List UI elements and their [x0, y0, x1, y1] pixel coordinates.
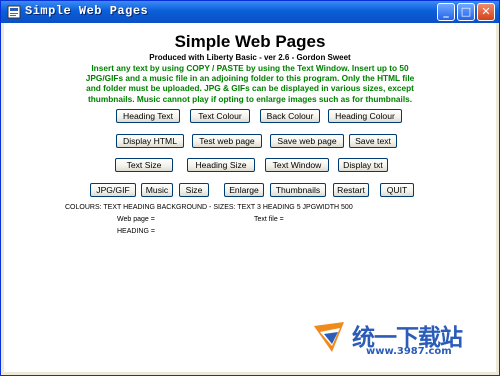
- save-web-page-button[interactable]: Save web page: [270, 134, 344, 148]
- instructions-text: Insert any text by using COPY / PASTE by…: [85, 63, 415, 104]
- size-button[interactable]: Size: [179, 183, 209, 197]
- watermark-url: www.3987.com: [366, 346, 452, 357]
- heading-size-button[interactable]: Heading Size: [187, 158, 255, 172]
- page-title: Simple Web Pages: [174, 32, 326, 51]
- watermark-logo-icon: [314, 322, 344, 352]
- save-text-button[interactable]: Save text: [349, 134, 397, 148]
- display-html-button[interactable]: Display HTML: [116, 134, 184, 148]
- title-bar[interactable]: Simple Web Pages _ □ ✕: [1, 1, 499, 23]
- jpg-gif-button[interactable]: JPG/GIF: [90, 183, 136, 197]
- maximize-button[interactable]: □: [457, 3, 475, 21]
- text-file-label: Text file =: [254, 216, 284, 223]
- enlarge-button[interactable]: Enlarge: [224, 183, 264, 197]
- page-subtitle: Produced with Liberty Basic - ver 2.6 - …: [149, 53, 351, 62]
- colours-status-line: COLOURS: TEXT HEADING BACKGROUND - SIZES…: [65, 204, 353, 211]
- watermark: 统一下载站 www.3987.com: [310, 316, 488, 362]
- music-button[interactable]: Music: [141, 183, 173, 197]
- app-window: Simple Web Pages _ □ ✕ Simple Web Pages …: [0, 0, 500, 376]
- heading-colour-button[interactable]: Heading Colour: [328, 109, 402, 123]
- heading-label: HEADING =: [117, 228, 155, 235]
- thumbnails-button[interactable]: Thumbnails: [270, 183, 326, 197]
- web-page-label: Web page =: [117, 216, 155, 223]
- heading-text-button[interactable]: Heading Text: [116, 109, 180, 123]
- app-icon: [7, 5, 21, 19]
- minimize-button[interactable]: _: [437, 3, 455, 21]
- client-area: Simple Web Pages Produced with Liberty B…: [4, 23, 496, 372]
- text-colour-button[interactable]: Text Colour: [190, 109, 250, 123]
- window-title: Simple Web Pages: [25, 4, 149, 18]
- close-button[interactable]: ✕: [477, 3, 495, 21]
- test-web-page-button[interactable]: Test web page: [192, 134, 262, 148]
- quit-button[interactable]: QUIT: [380, 183, 414, 197]
- display-txt-button[interactable]: Display txt: [338, 158, 388, 172]
- text-window-button[interactable]: Text Window: [265, 158, 329, 172]
- back-colour-button[interactable]: Back Colour: [260, 109, 320, 123]
- restart-button[interactable]: Restart: [333, 183, 369, 197]
- text-size-button[interactable]: Text Size: [115, 158, 173, 172]
